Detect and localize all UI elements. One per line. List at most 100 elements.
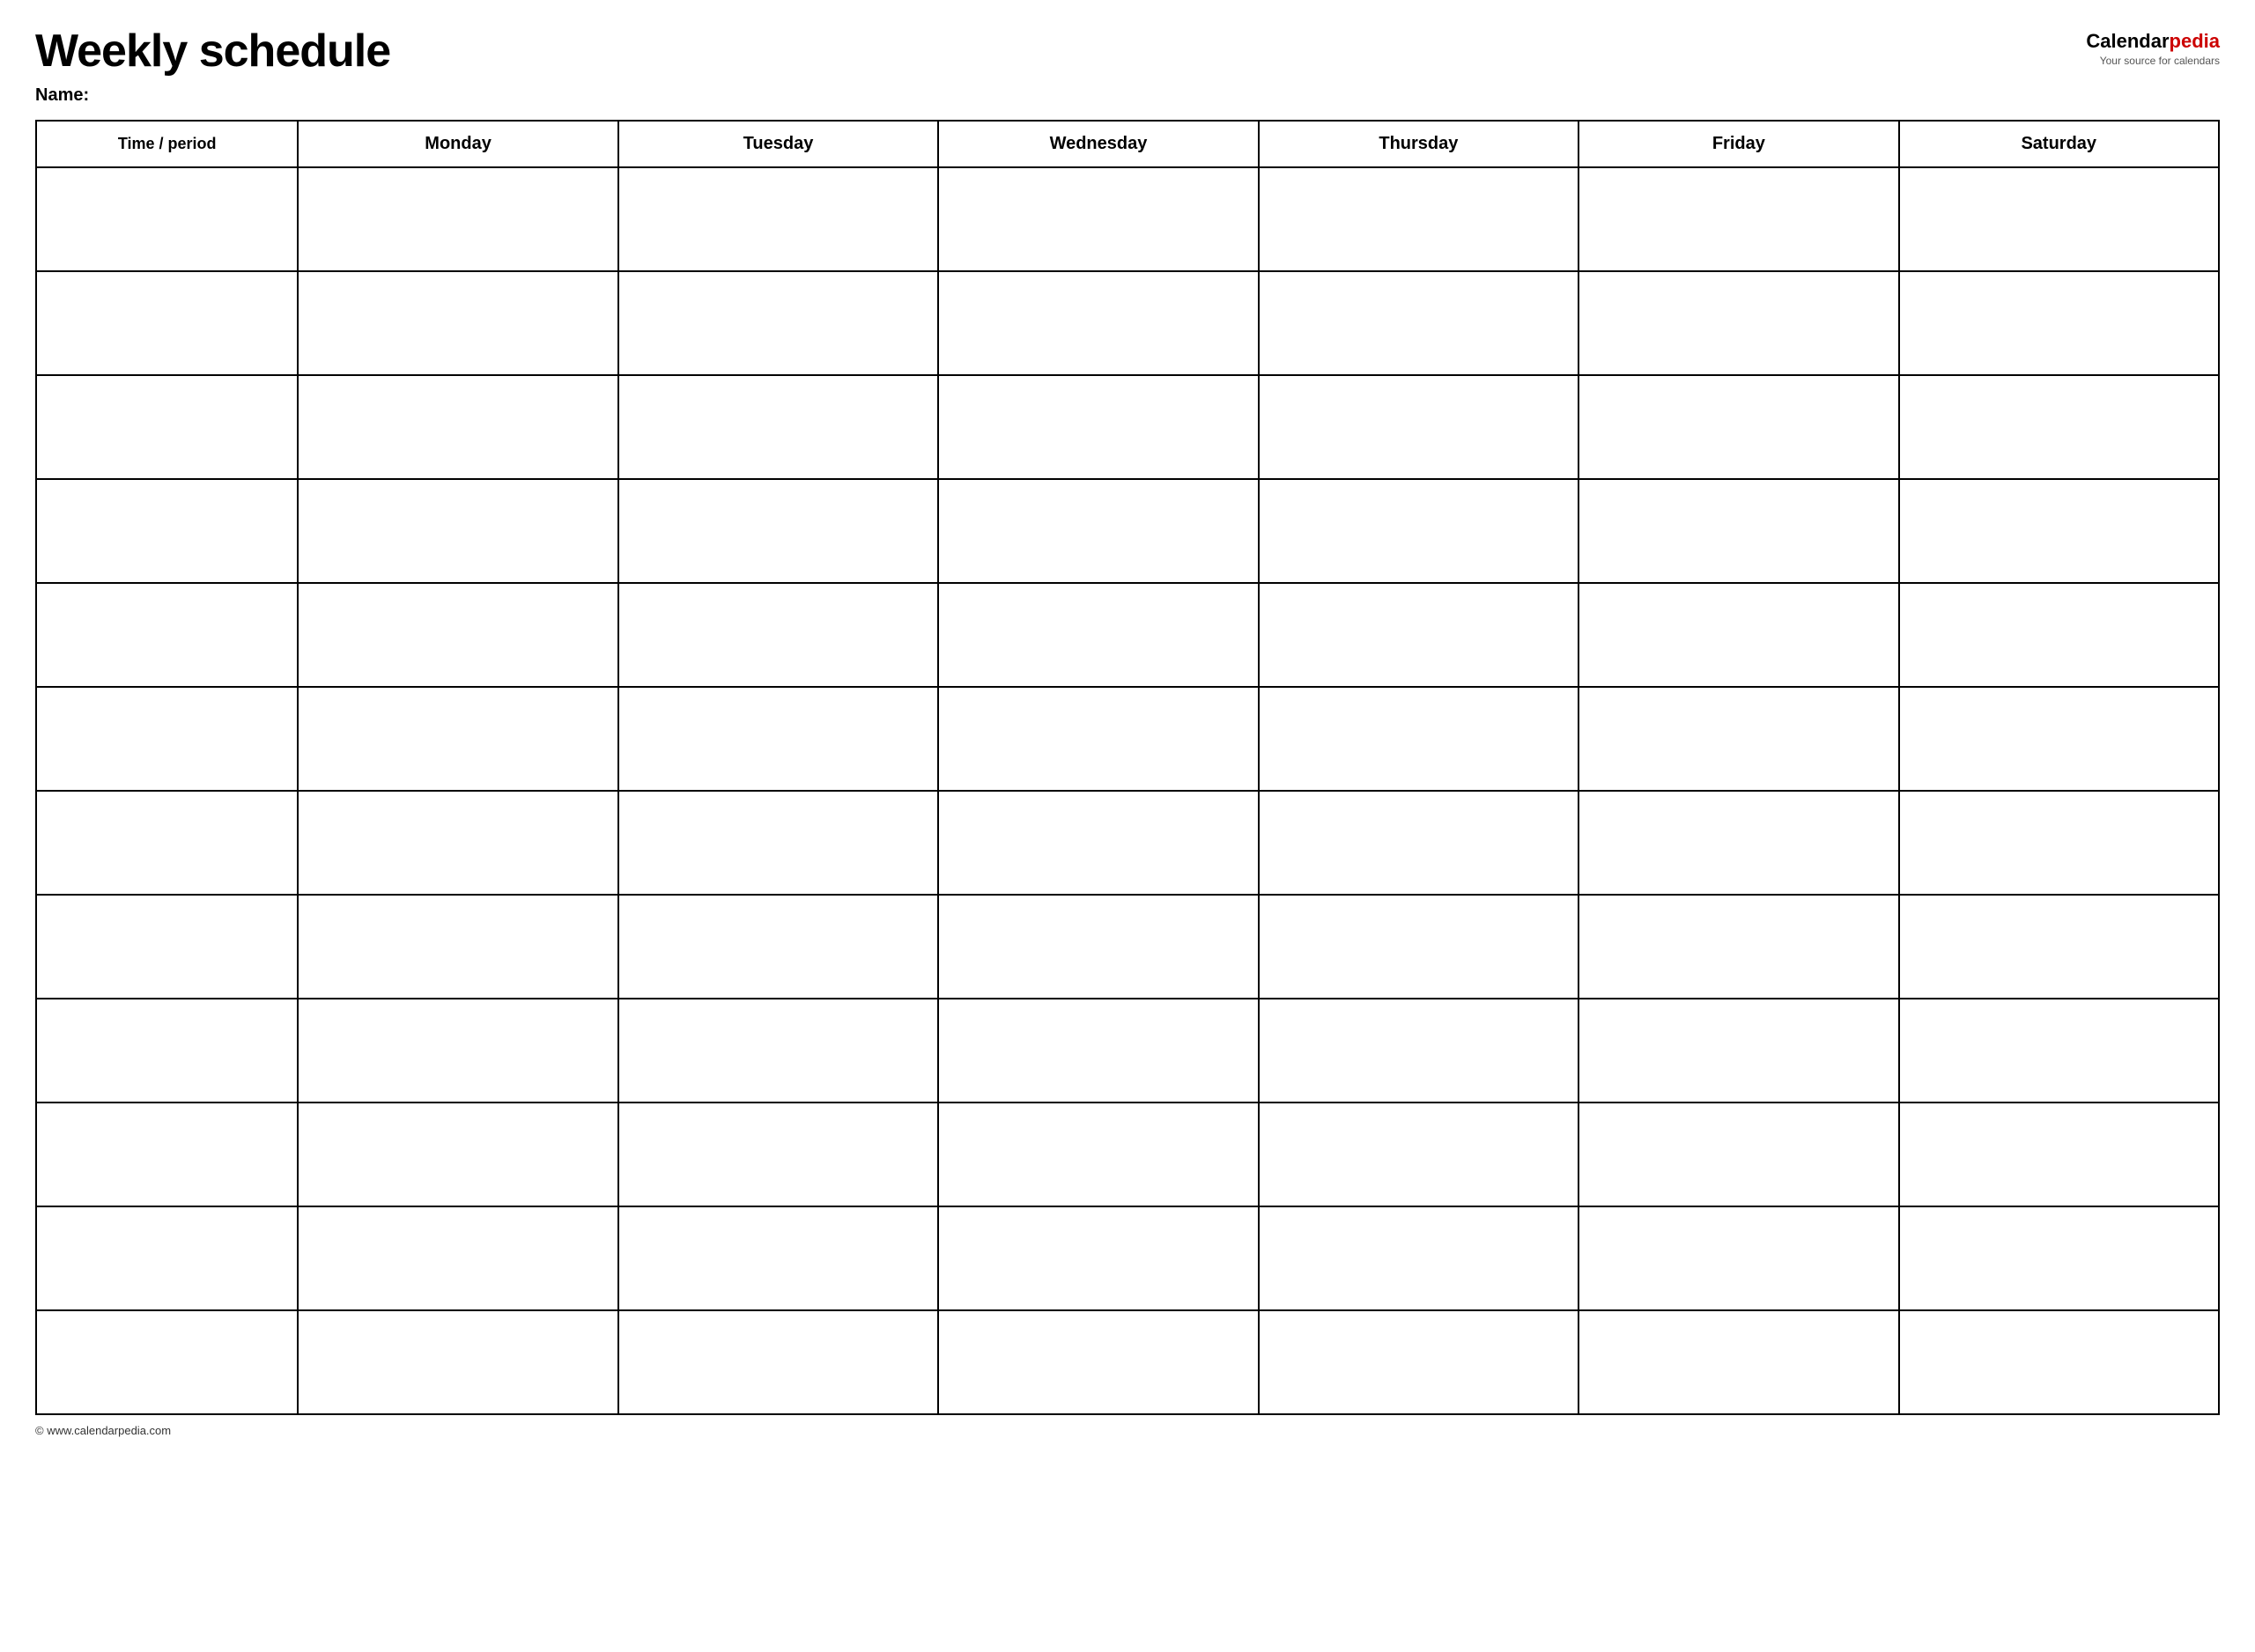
schedule-cell[interactable]: [1578, 1206, 1898, 1310]
schedule-cell[interactable]: [298, 375, 617, 479]
schedule-cell[interactable]: [938, 1103, 1258, 1206]
schedule-cell[interactable]: [1899, 479, 2219, 583]
table-header-row: Time / period Monday Tuesday Wednesday T…: [36, 121, 2219, 167]
time-cell: [36, 583, 298, 687]
schedule-cell[interactable]: [1259, 1103, 1578, 1206]
schedule-cell[interactable]: [1899, 583, 2219, 687]
schedule-cell[interactable]: [618, 375, 938, 479]
schedule-cell[interactable]: [1578, 167, 1898, 271]
schedule-cell[interactable]: [1899, 1103, 2219, 1206]
col-header-wednesday: Wednesday: [938, 121, 1258, 167]
schedule-cell[interactable]: [618, 167, 938, 271]
schedule-cell[interactable]: [1259, 895, 1578, 999]
schedule-cell[interactable]: [1259, 1206, 1578, 1310]
schedule-cell[interactable]: [1259, 999, 1578, 1103]
schedule-cell[interactable]: [1578, 271, 1898, 375]
schedule-cell[interactable]: [618, 479, 938, 583]
page-title: Weekly schedule: [35, 26, 390, 77]
schedule-cell[interactable]: [298, 583, 617, 687]
schedule-cell[interactable]: [1578, 375, 1898, 479]
col-header-saturday: Saturday: [1899, 121, 2219, 167]
schedule-cell[interactable]: [618, 895, 938, 999]
logo-section: Calendarpedia Your source for calendars: [2086, 26, 2220, 67]
schedule-cell[interactable]: [1259, 375, 1578, 479]
schedule-cell[interactable]: [298, 167, 617, 271]
schedule-cell[interactable]: [298, 479, 617, 583]
table-row: [36, 1310, 2219, 1414]
schedule-cell[interactable]: [1259, 479, 1578, 583]
table-row: [36, 1206, 2219, 1310]
schedule-cell[interactable]: [938, 583, 1258, 687]
col-header-thursday: Thursday: [1259, 121, 1578, 167]
schedule-cell[interactable]: [938, 375, 1258, 479]
schedule-cell[interactable]: [1259, 583, 1578, 687]
schedule-cell[interactable]: [298, 1103, 617, 1206]
schedule-cell[interactable]: [938, 271, 1258, 375]
schedule-cell[interactable]: [1899, 1310, 2219, 1414]
page-header: Weekly schedule Name: Calendarpedia Your…: [35, 26, 2220, 106]
schedule-cell[interactable]: [298, 999, 617, 1103]
time-cell: [36, 271, 298, 375]
schedule-cell[interactable]: [938, 895, 1258, 999]
schedule-cell[interactable]: [1259, 687, 1578, 791]
schedule-cell[interactable]: [298, 1310, 617, 1414]
table-row: [36, 895, 2219, 999]
time-cell: [36, 1103, 298, 1206]
time-cell: [36, 375, 298, 479]
schedule-cell[interactable]: [1578, 895, 1898, 999]
schedule-cell[interactable]: [298, 1206, 617, 1310]
schedule-cell[interactable]: [1899, 791, 2219, 895]
schedule-cell[interactable]: [1899, 687, 2219, 791]
schedule-cell[interactable]: [1259, 1310, 1578, 1414]
schedule-cell[interactable]: [1899, 271, 2219, 375]
schedule-cell[interactable]: [938, 791, 1258, 895]
schedule-cell[interactable]: [618, 1206, 938, 1310]
col-header-friday: Friday: [1578, 121, 1898, 167]
col-header-time: Time / period: [36, 121, 298, 167]
schedule-cell[interactable]: [1578, 1103, 1898, 1206]
schedule-cell[interactable]: [298, 895, 617, 999]
schedule-cell[interactable]: [1259, 791, 1578, 895]
schedule-cell[interactable]: [938, 1310, 1258, 1414]
schedule-cell[interactable]: [938, 1206, 1258, 1310]
footer-url: © www.calendarpedia.com: [35, 1424, 171, 1437]
schedule-cell[interactable]: [1578, 687, 1898, 791]
col-header-tuesday: Tuesday: [618, 121, 938, 167]
time-cell: [36, 167, 298, 271]
schedule-cell[interactable]: [1899, 375, 2219, 479]
schedule-cell[interactable]: [618, 583, 938, 687]
schedule-cell[interactable]: [938, 687, 1258, 791]
schedule-cell[interactable]: [618, 791, 938, 895]
title-section: Weekly schedule Name:: [35, 26, 390, 106]
schedule-cell[interactable]: [1578, 1310, 1898, 1414]
schedule-cell[interactable]: [1578, 479, 1898, 583]
schedule-cell[interactable]: [618, 1103, 938, 1206]
schedule-cell[interactable]: [938, 479, 1258, 583]
col-header-monday: Monday: [298, 121, 617, 167]
schedule-cell[interactable]: [1899, 999, 2219, 1103]
table-row: [36, 271, 2219, 375]
schedule-cell[interactable]: [298, 687, 617, 791]
name-label: Name:: [35, 85, 390, 106]
schedule-cell[interactable]: [298, 791, 617, 895]
schedule-cell[interactable]: [618, 1310, 938, 1414]
schedule-cell[interactable]: [1259, 271, 1578, 375]
schedule-cell[interactable]: [1899, 895, 2219, 999]
schedule-cell[interactable]: [1578, 583, 1898, 687]
schedule-cell[interactable]: [938, 167, 1258, 271]
table-row: [36, 1103, 2219, 1206]
logo-pedia: pedia: [2170, 30, 2220, 52]
schedule-cell[interactable]: [1578, 999, 1898, 1103]
time-cell: [36, 687, 298, 791]
schedule-cell[interactable]: [1578, 791, 1898, 895]
schedule-cell[interactable]: [938, 999, 1258, 1103]
schedule-cell[interactable]: [1899, 1206, 2219, 1310]
schedule-cell[interactable]: [618, 271, 938, 375]
schedule-cell[interactable]: [1899, 167, 2219, 271]
time-cell: [36, 1310, 298, 1414]
schedule-cell[interactable]: [618, 687, 938, 791]
table-row: [36, 791, 2219, 895]
schedule-cell[interactable]: [298, 271, 617, 375]
schedule-cell[interactable]: [618, 999, 938, 1103]
schedule-cell[interactable]: [1259, 167, 1578, 271]
